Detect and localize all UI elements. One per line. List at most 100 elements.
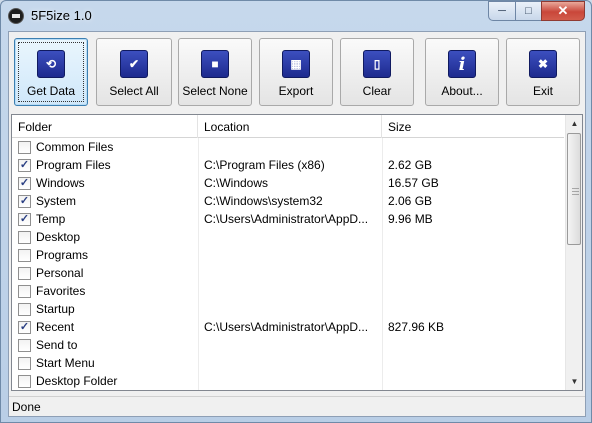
scroll-up-icon[interactable]: ▲ bbox=[566, 115, 583, 132]
scroll-thumb[interactable]: — — — bbox=[567, 133, 581, 245]
info-icon: i bbox=[448, 50, 476, 78]
row-checkbox[interactable]: ✓ bbox=[18, 321, 31, 334]
close-button[interactable]: ✕ bbox=[541, 1, 585, 21]
row-checkbox[interactable] bbox=[18, 267, 31, 280]
select-all-button[interactable]: ✔ Select All bbox=[96, 38, 172, 106]
location-cell bbox=[204, 336, 380, 354]
row-checkbox[interactable] bbox=[18, 357, 31, 370]
scroll-down-icon[interactable]: ▼ bbox=[566, 373, 583, 390]
size-cell bbox=[388, 228, 558, 246]
table-row[interactable]: Startup bbox=[12, 300, 564, 318]
row-checkbox[interactable] bbox=[18, 231, 31, 244]
toolbar: ⟲ Get Data ✔ Select All ■ Select None ▦ … bbox=[9, 32, 585, 110]
location-cell bbox=[204, 228, 380, 246]
clear-button[interactable]: ▯ Clear bbox=[340, 38, 414, 106]
size-cell bbox=[388, 336, 558, 354]
status-text: Done bbox=[12, 400, 41, 414]
folder-cell: Desktop bbox=[36, 230, 81, 244]
column-header-location[interactable]: Location bbox=[198, 115, 382, 138]
size-cell: 16.57 GB bbox=[388, 176, 439, 190]
export-label: Export bbox=[278, 84, 314, 98]
row-checkbox[interactable] bbox=[18, 303, 31, 316]
column-header-size[interactable]: Size bbox=[382, 115, 564, 138]
row-checkbox[interactable] bbox=[18, 285, 31, 298]
table-row[interactable]: ✓ System C:\Windows\system32 2.06 GB bbox=[12, 192, 564, 210]
close-x-icon: ✖ bbox=[529, 50, 557, 78]
size-cell: 827.96 KB bbox=[388, 320, 445, 334]
select-all-label: Select All bbox=[109, 84, 159, 98]
row-checkbox[interactable] bbox=[18, 339, 31, 352]
get-data-icon: ⟲ bbox=[37, 50, 65, 78]
row-checkbox[interactable]: ✓ bbox=[18, 213, 31, 226]
size-cell bbox=[388, 300, 558, 318]
table-row[interactable]: Desktop Folder bbox=[12, 372, 564, 390]
size-cell bbox=[388, 246, 558, 264]
folder-cell: Programs bbox=[36, 248, 89, 262]
table-row[interactable]: Desktop bbox=[12, 228, 564, 246]
table-row[interactable]: ✓ Program Files C:\Program Files (x86) 2.62… bbox=[12, 156, 564, 174]
maximize-button[interactable]: □ bbox=[515, 1, 541, 21]
row-checkbox[interactable] bbox=[18, 249, 31, 262]
checkmark-icon: ✔ bbox=[120, 50, 148, 78]
folder-cell: Windows bbox=[36, 176, 85, 190]
exit-button[interactable]: ✖ Exit bbox=[506, 38, 580, 106]
size-cell: 2.62 GB bbox=[388, 158, 433, 172]
get-data-button[interactable]: ⟲ Get Data bbox=[14, 38, 88, 106]
table-row[interactable]: Personal bbox=[12, 264, 564, 282]
about-button[interactable]: i About... bbox=[425, 38, 499, 106]
vertical-scrollbar[interactable]: ▲ — — — ▼ bbox=[565, 115, 582, 390]
close-icon: ✕ bbox=[557, 3, 569, 18]
export-button[interactable]: ▦ Export bbox=[259, 38, 333, 106]
table-row[interactable]: Common Files bbox=[12, 138, 564, 156]
folder-cell: Favorites bbox=[36, 284, 86, 298]
folder-cell: Program Files bbox=[36, 158, 111, 172]
about-label: About... bbox=[441, 84, 483, 98]
maximize-icon: □ bbox=[525, 5, 532, 17]
folder-list[interactable]: Folder Location Size Common Files ✓ Progra… bbox=[11, 114, 583, 391]
row-checkbox[interactable]: ✓ bbox=[18, 195, 31, 208]
table-row[interactable]: ✓ Recent C:\Users\Administrator\AppD... 827… bbox=[12, 318, 564, 336]
table-row[interactable]: Favorites bbox=[12, 282, 564, 300]
minimize-icon: ─ bbox=[498, 5, 506, 17]
table-row[interactable]: Send to bbox=[12, 336, 564, 354]
folder-cell: Common Files bbox=[36, 140, 114, 154]
page-icon: ▯ bbox=[363, 50, 391, 78]
location-cell: C:\Users\Administrator\AppD... bbox=[204, 320, 369, 334]
export-icon: ▦ bbox=[282, 50, 310, 78]
location-cell bbox=[204, 354, 380, 372]
exit-label: Exit bbox=[532, 84, 553, 98]
folder-cell: Personal bbox=[36, 266, 84, 280]
folder-cell: System bbox=[36, 194, 77, 208]
size-cell bbox=[388, 354, 558, 372]
list-rows: Common Files ✓ Program Files C:\Program Fil… bbox=[12, 138, 564, 390]
row-checkbox[interactable] bbox=[18, 375, 31, 388]
location-cell bbox=[204, 372, 380, 390]
main-window: 5F5ize 1.0 ─ □ ✕ ⟲ Get Data ✔ Select All… bbox=[0, 0, 592, 423]
size-cell bbox=[388, 282, 558, 300]
table-row[interactable]: ✓ Windows C:\Windows 16.57 GB bbox=[12, 174, 564, 192]
grip-icon: — — — bbox=[572, 185, 579, 198]
table-row[interactable]: Start Menu bbox=[12, 354, 564, 372]
clear-label: Clear bbox=[362, 84, 392, 98]
location-cell bbox=[204, 264, 380, 282]
status-bar: Done bbox=[9, 396, 585, 416]
table-row[interactable]: ✓ Temp C:\Users\Administrator\AppD... 9.96 … bbox=[12, 210, 564, 228]
location-cell: C:\Windows\system32 bbox=[204, 194, 323, 208]
column-header-folder[interactable]: Folder bbox=[12, 115, 198, 138]
row-checkbox[interactable] bbox=[18, 141, 31, 154]
size-cell bbox=[388, 264, 558, 282]
size-cell: 9.96 MB bbox=[388, 212, 433, 226]
row-checkbox[interactable]: ✓ bbox=[18, 177, 31, 190]
size-cell: 2.06 GB bbox=[388, 194, 433, 208]
title-bar[interactable]: 5F5ize 1.0 ─ □ ✕ bbox=[1, 1, 591, 31]
row-checkbox[interactable]: ✓ bbox=[18, 159, 31, 172]
location-cell bbox=[204, 246, 380, 264]
size-cell bbox=[388, 372, 558, 390]
folder-cell: Start Menu bbox=[36, 356, 95, 370]
select-none-button[interactable]: ■ Select None bbox=[178, 38, 252, 106]
folder-cell: Desktop Folder bbox=[36, 374, 118, 388]
minimize-button[interactable]: ─ bbox=[488, 1, 515, 21]
table-row[interactable]: Programs bbox=[12, 246, 564, 264]
app-icon[interactable] bbox=[8, 8, 24, 24]
folder-cell: Recent bbox=[36, 320, 75, 334]
